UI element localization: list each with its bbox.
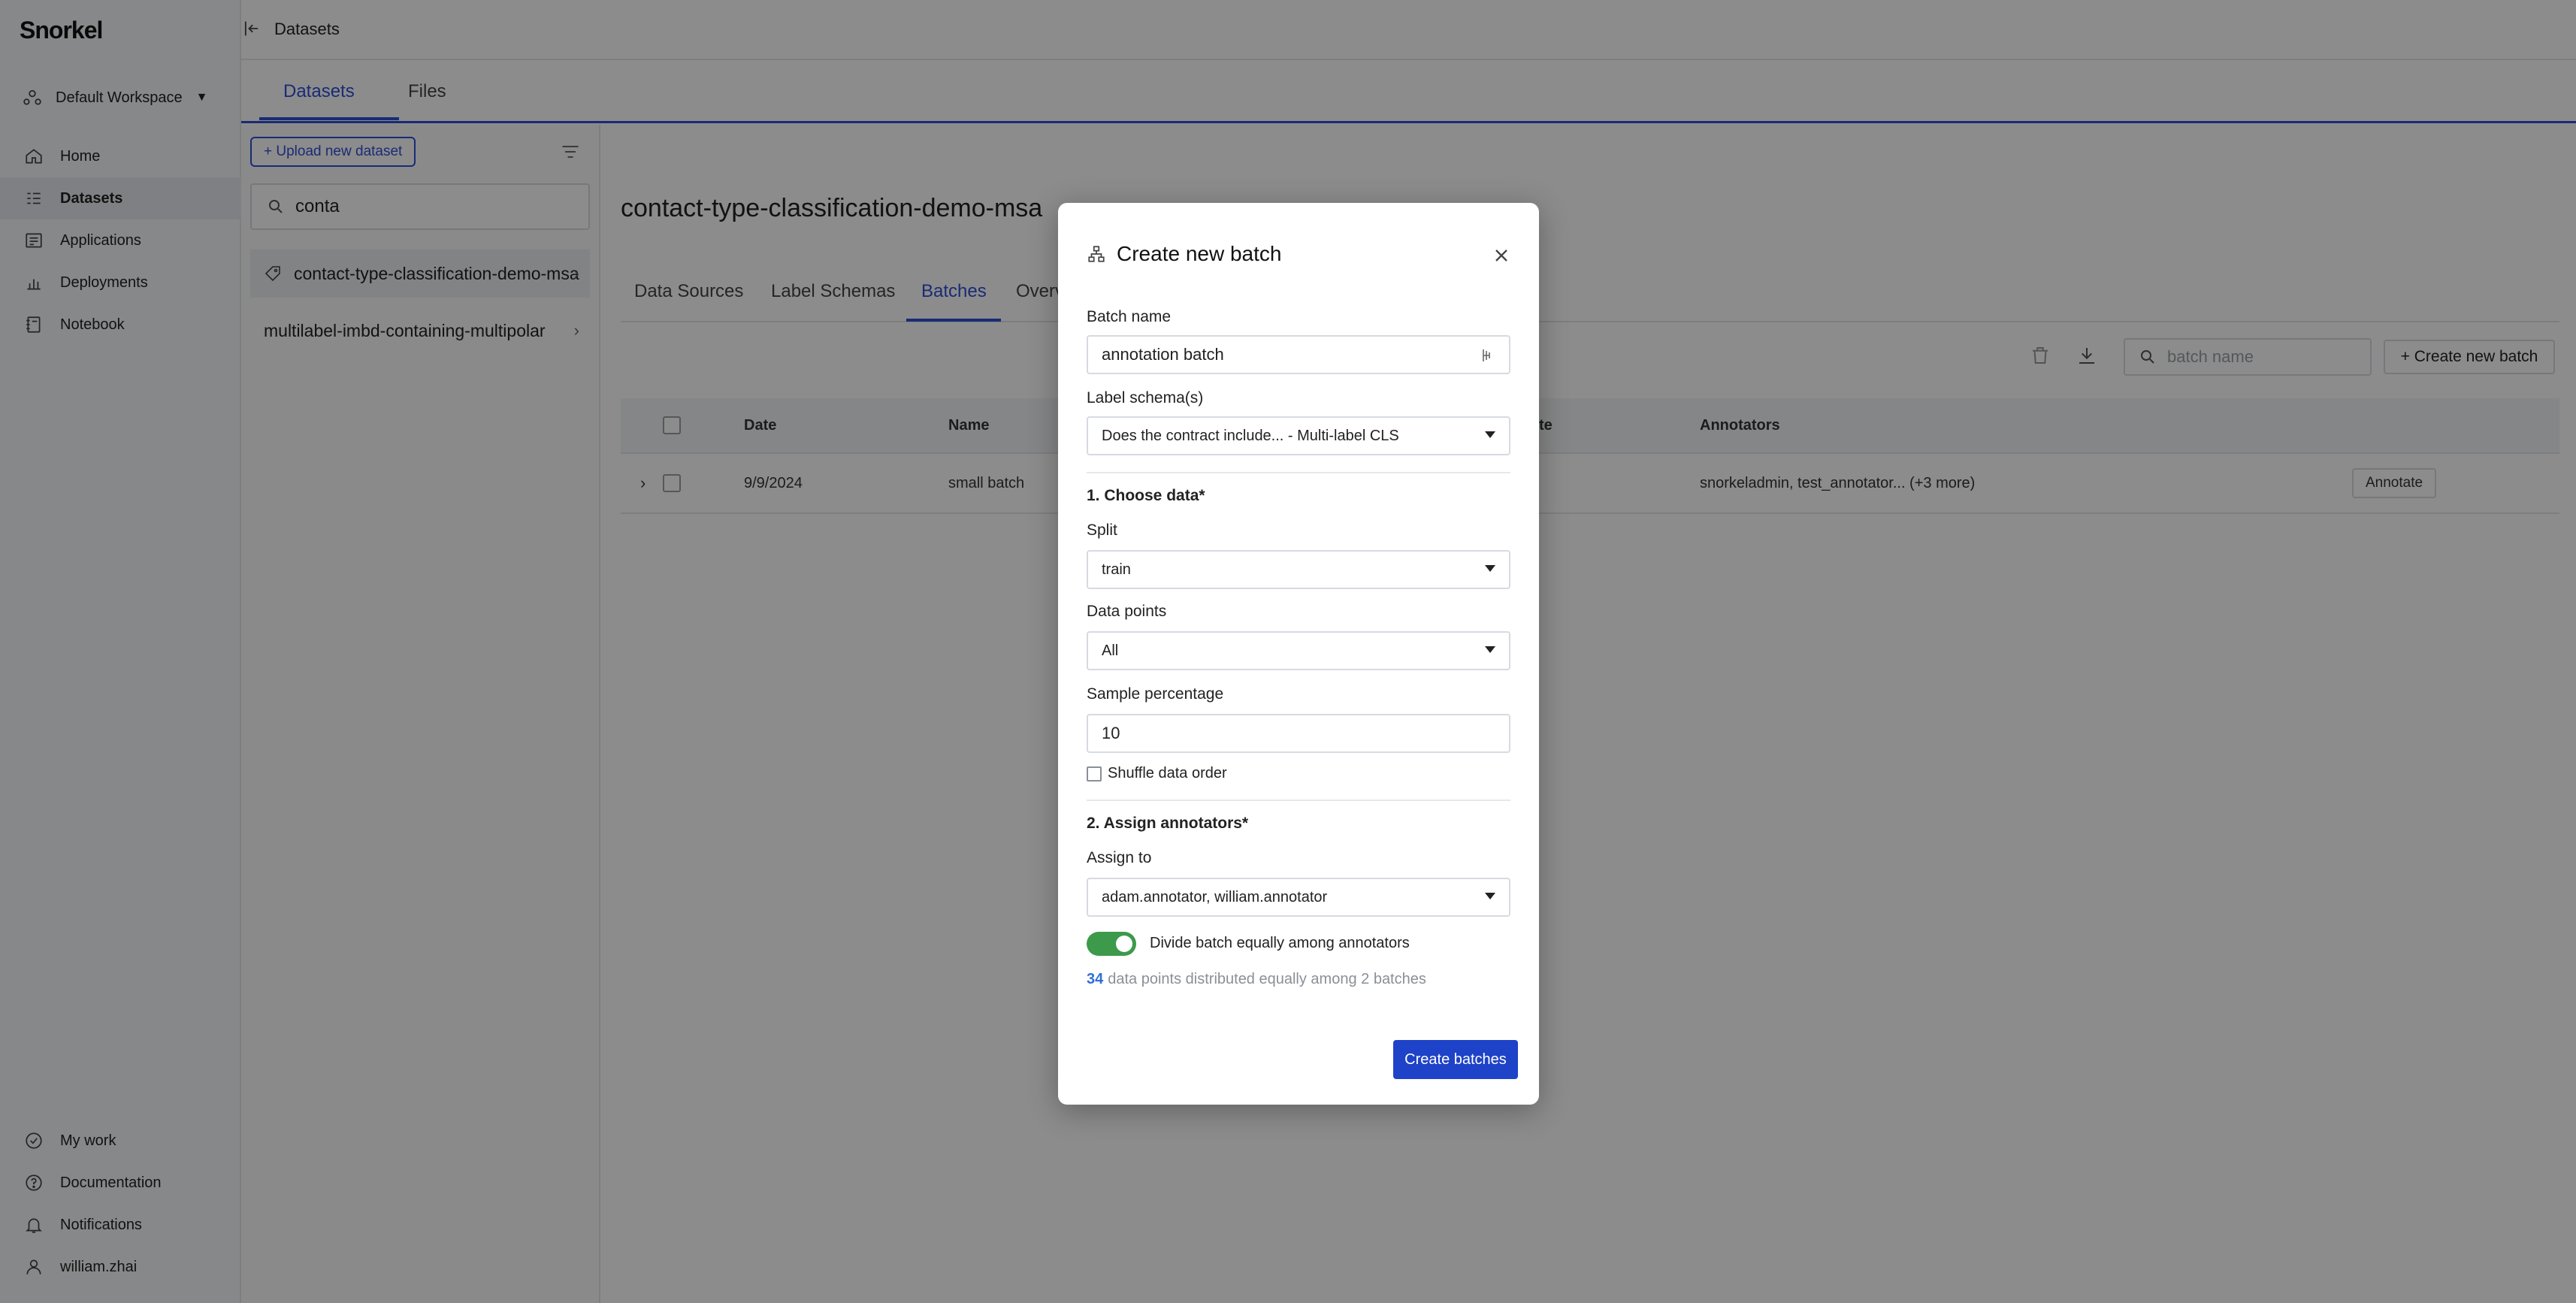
generate-name-icon[interactable] [1477, 346, 1495, 364]
batch-name-input[interactable]: annotation batch [1087, 335, 1510, 374]
checkbox-box[interactable] [1087, 766, 1102, 781]
dropdown-caret-icon [1485, 431, 1495, 438]
distribution-summary: 34 data points distributed equally among … [1087, 971, 1426, 988]
divide-batch-toggle[interactable] [1087, 932, 1136, 956]
close-icon[interactable] [1491, 245, 1512, 266]
divide-batch-label: Divide batch equally among annotators [1150, 935, 1410, 951]
batch-name-value: annotation batch [1102, 345, 1224, 364]
data-points-label: Data points [1087, 603, 1167, 620]
create-batch-modal: Create new batch Batch name annotation b… [1058, 203, 1539, 1105]
distribution-text: data points distributed equally among 2 … [1108, 971, 1426, 987]
modal-title-text: Create new batch [1117, 242, 1282, 265]
modal-title: Create new batch [1087, 242, 1281, 266]
section-choose-data: 1. Choose data* [1087, 487, 1205, 504]
distribution-count: 34 [1087, 971, 1104, 987]
section-divider [1087, 472, 1510, 473]
assign-to-select[interactable]: adam.annotator, william.annotator [1087, 878, 1510, 917]
sample-percentage-input[interactable]: 10 [1087, 714, 1510, 753]
section-assign-annotators: 2. Assign annotators* [1087, 815, 1249, 832]
shuffle-label: Shuffle data order [1108, 765, 1227, 781]
data-points-select[interactable]: All [1087, 631, 1510, 670]
label-schema-label: Label schema(s) [1087, 389, 1204, 407]
batch-name-label: Batch name [1087, 308, 1172, 325]
label-schema-value: Does the contract include... - Multi-lab… [1102, 427, 1399, 444]
toggle-knob [1116, 936, 1132, 952]
assign-to-label: Assign to [1087, 849, 1152, 866]
split-select[interactable]: train [1087, 550, 1510, 589]
sample-percentage-label: Sample percentage [1087, 685, 1224, 703]
sample-percentage-value: 10 [1102, 724, 1120, 742]
dropdown-caret-icon [1485, 646, 1495, 653]
shuffle-checkbox[interactable]: Shuffle data order [1087, 765, 1227, 782]
split-label: Split [1087, 522, 1117, 539]
label-schema-select[interactable]: Does the contract include... - Multi-lab… [1087, 416, 1510, 455]
split-value: train [1102, 561, 1131, 578]
hierarchy-icon [1088, 246, 1105, 262]
section-divider [1087, 800, 1510, 801]
dropdown-caret-icon [1485, 565, 1495, 572]
data-points-value: All [1102, 642, 1119, 659]
assign-to-value: adam.annotator, william.annotator [1102, 888, 1328, 905]
dropdown-caret-icon [1485, 893, 1495, 899]
create-batches-button[interactable]: Create batches [1393, 1040, 1518, 1079]
